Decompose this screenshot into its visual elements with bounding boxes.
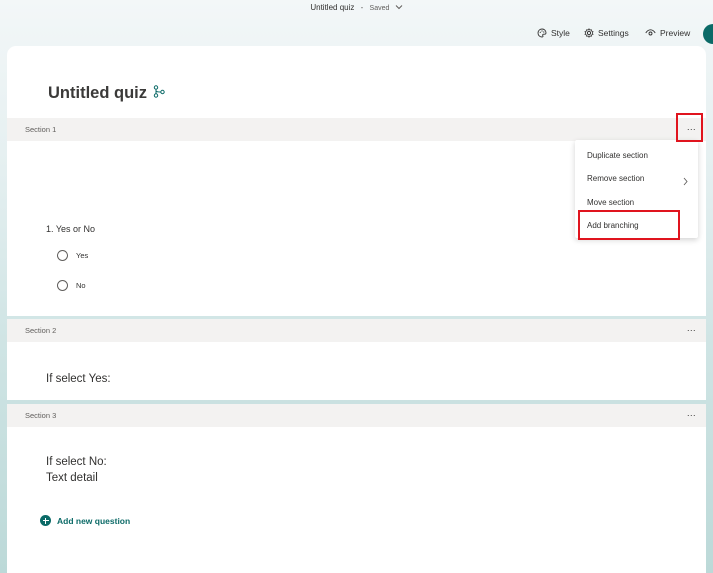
chevron-down-icon[interactable]: [395, 3, 403, 12]
branching-icon[interactable]: [153, 84, 165, 103]
radio-yes[interactable]: [57, 250, 68, 261]
palette-icon: [537, 28, 547, 38]
option-no[interactable]: No: [57, 280, 86, 291]
gear-icon: [584, 28, 594, 38]
section-3-label: Section 3: [25, 411, 57, 420]
preview-button[interactable]: Preview: [645, 28, 690, 38]
section-3-more-button[interactable]: ...: [687, 408, 696, 418]
title-separator: -: [360, 3, 364, 12]
more-button-highlight: [676, 113, 703, 142]
quiz-title-area[interactable]: Untitled quiz: [48, 84, 165, 103]
section-3-header: Section 3 ...: [7, 404, 706, 427]
question-1-title: 1. Yes or No: [46, 224, 96, 234]
eye-icon: [645, 29, 656, 37]
doc-title: Untitled quiz: [310, 3, 355, 12]
section-2-header: Section 2 ...: [7, 319, 706, 342]
section-3-card: Section 3 ... If select No: Text detail …: [7, 404, 706, 573]
settings-label: Settings: [598, 28, 629, 38]
avatar[interactable]: [703, 24, 713, 44]
radio-no[interactable]: [57, 280, 68, 291]
saved-status: Saved: [369, 5, 390, 12]
style-label: Style: [551, 28, 570, 38]
option-yes[interactable]: Yes: [57, 250, 88, 261]
top-bar: Untitled quiz - Saved Style Settings Pre…: [0, 0, 713, 46]
menu-item-duplicate-section[interactable]: Duplicate section: [587, 151, 648, 160]
section-2-text: If select Yes:: [46, 373, 111, 385]
doc-title-area[interactable]: Untitled quiz - Saved: [0, 3, 713, 12]
plus-circle-icon: [40, 515, 51, 526]
add-branching-highlight: [578, 210, 680, 240]
section-1-label: Section 1: [25, 125, 57, 134]
settings-button[interactable]: Settings: [584, 28, 629, 38]
section-3-text: If select No: Text detail: [46, 454, 107, 486]
option-yes-label: Yes: [76, 251, 89, 260]
preview-label: Preview: [660, 28, 691, 38]
menu-item-move-section[interactable]: Move section: [587, 198, 634, 207]
chevron-right-icon: [683, 173, 688, 191]
section-2-label: Section 2: [25, 326, 57, 335]
section-2-more-button[interactable]: ...: [687, 323, 696, 333]
option-no-label: No: [76, 281, 86, 290]
menu-item-remove-section[interactable]: Remove section: [587, 174, 644, 183]
section-1-header: Section 1 ...: [7, 118, 706, 141]
style-button[interactable]: Style: [537, 28, 570, 38]
quiz-title: Untitled quiz: [48, 84, 147, 102]
add-new-question-button[interactable]: Add new question: [40, 515, 130, 526]
section-3-line-1: If select No:: [46, 456, 107, 468]
add-new-question-label: Add new question: [57, 515, 131, 526]
section-3-line-2: Text detail: [46, 472, 98, 484]
section-2-card: Section 2 ... If select Yes:: [7, 319, 706, 400]
